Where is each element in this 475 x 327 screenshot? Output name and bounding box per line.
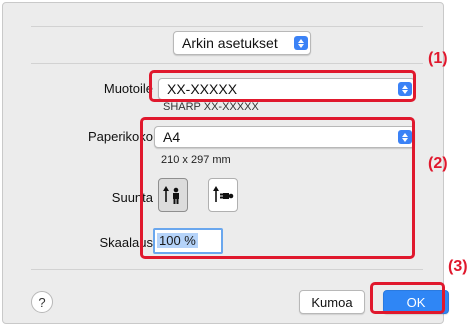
marker-3: (3) bbox=[448, 258, 468, 275]
highlight-box-1 bbox=[149, 70, 416, 102]
highlight-box-2 bbox=[140, 117, 415, 259]
format-caption: SHARP XX-XXXXX bbox=[163, 101, 259, 113]
header-divider bbox=[31, 63, 423, 64]
marker-1: (1) bbox=[428, 50, 448, 67]
settings-menu-popup[interactable]: Arkin asetukset bbox=[173, 31, 311, 55]
cancel-label: Kumoa bbox=[311, 294, 353, 310]
highlight-box-3 bbox=[370, 282, 445, 314]
top-divider bbox=[31, 26, 423, 27]
footer-divider bbox=[31, 269, 423, 270]
help-icon: ? bbox=[38, 294, 46, 310]
format-label: Muotoile bbox=[103, 81, 153, 96]
help-button[interactable]: ? bbox=[31, 291, 53, 313]
popup-stepper-icon bbox=[294, 36, 308, 50]
cancel-button[interactable]: Kumoa bbox=[299, 290, 365, 314]
marker-2: (2) bbox=[428, 155, 448, 172]
settings-menu-label: Arkin asetukset bbox=[182, 35, 278, 51]
